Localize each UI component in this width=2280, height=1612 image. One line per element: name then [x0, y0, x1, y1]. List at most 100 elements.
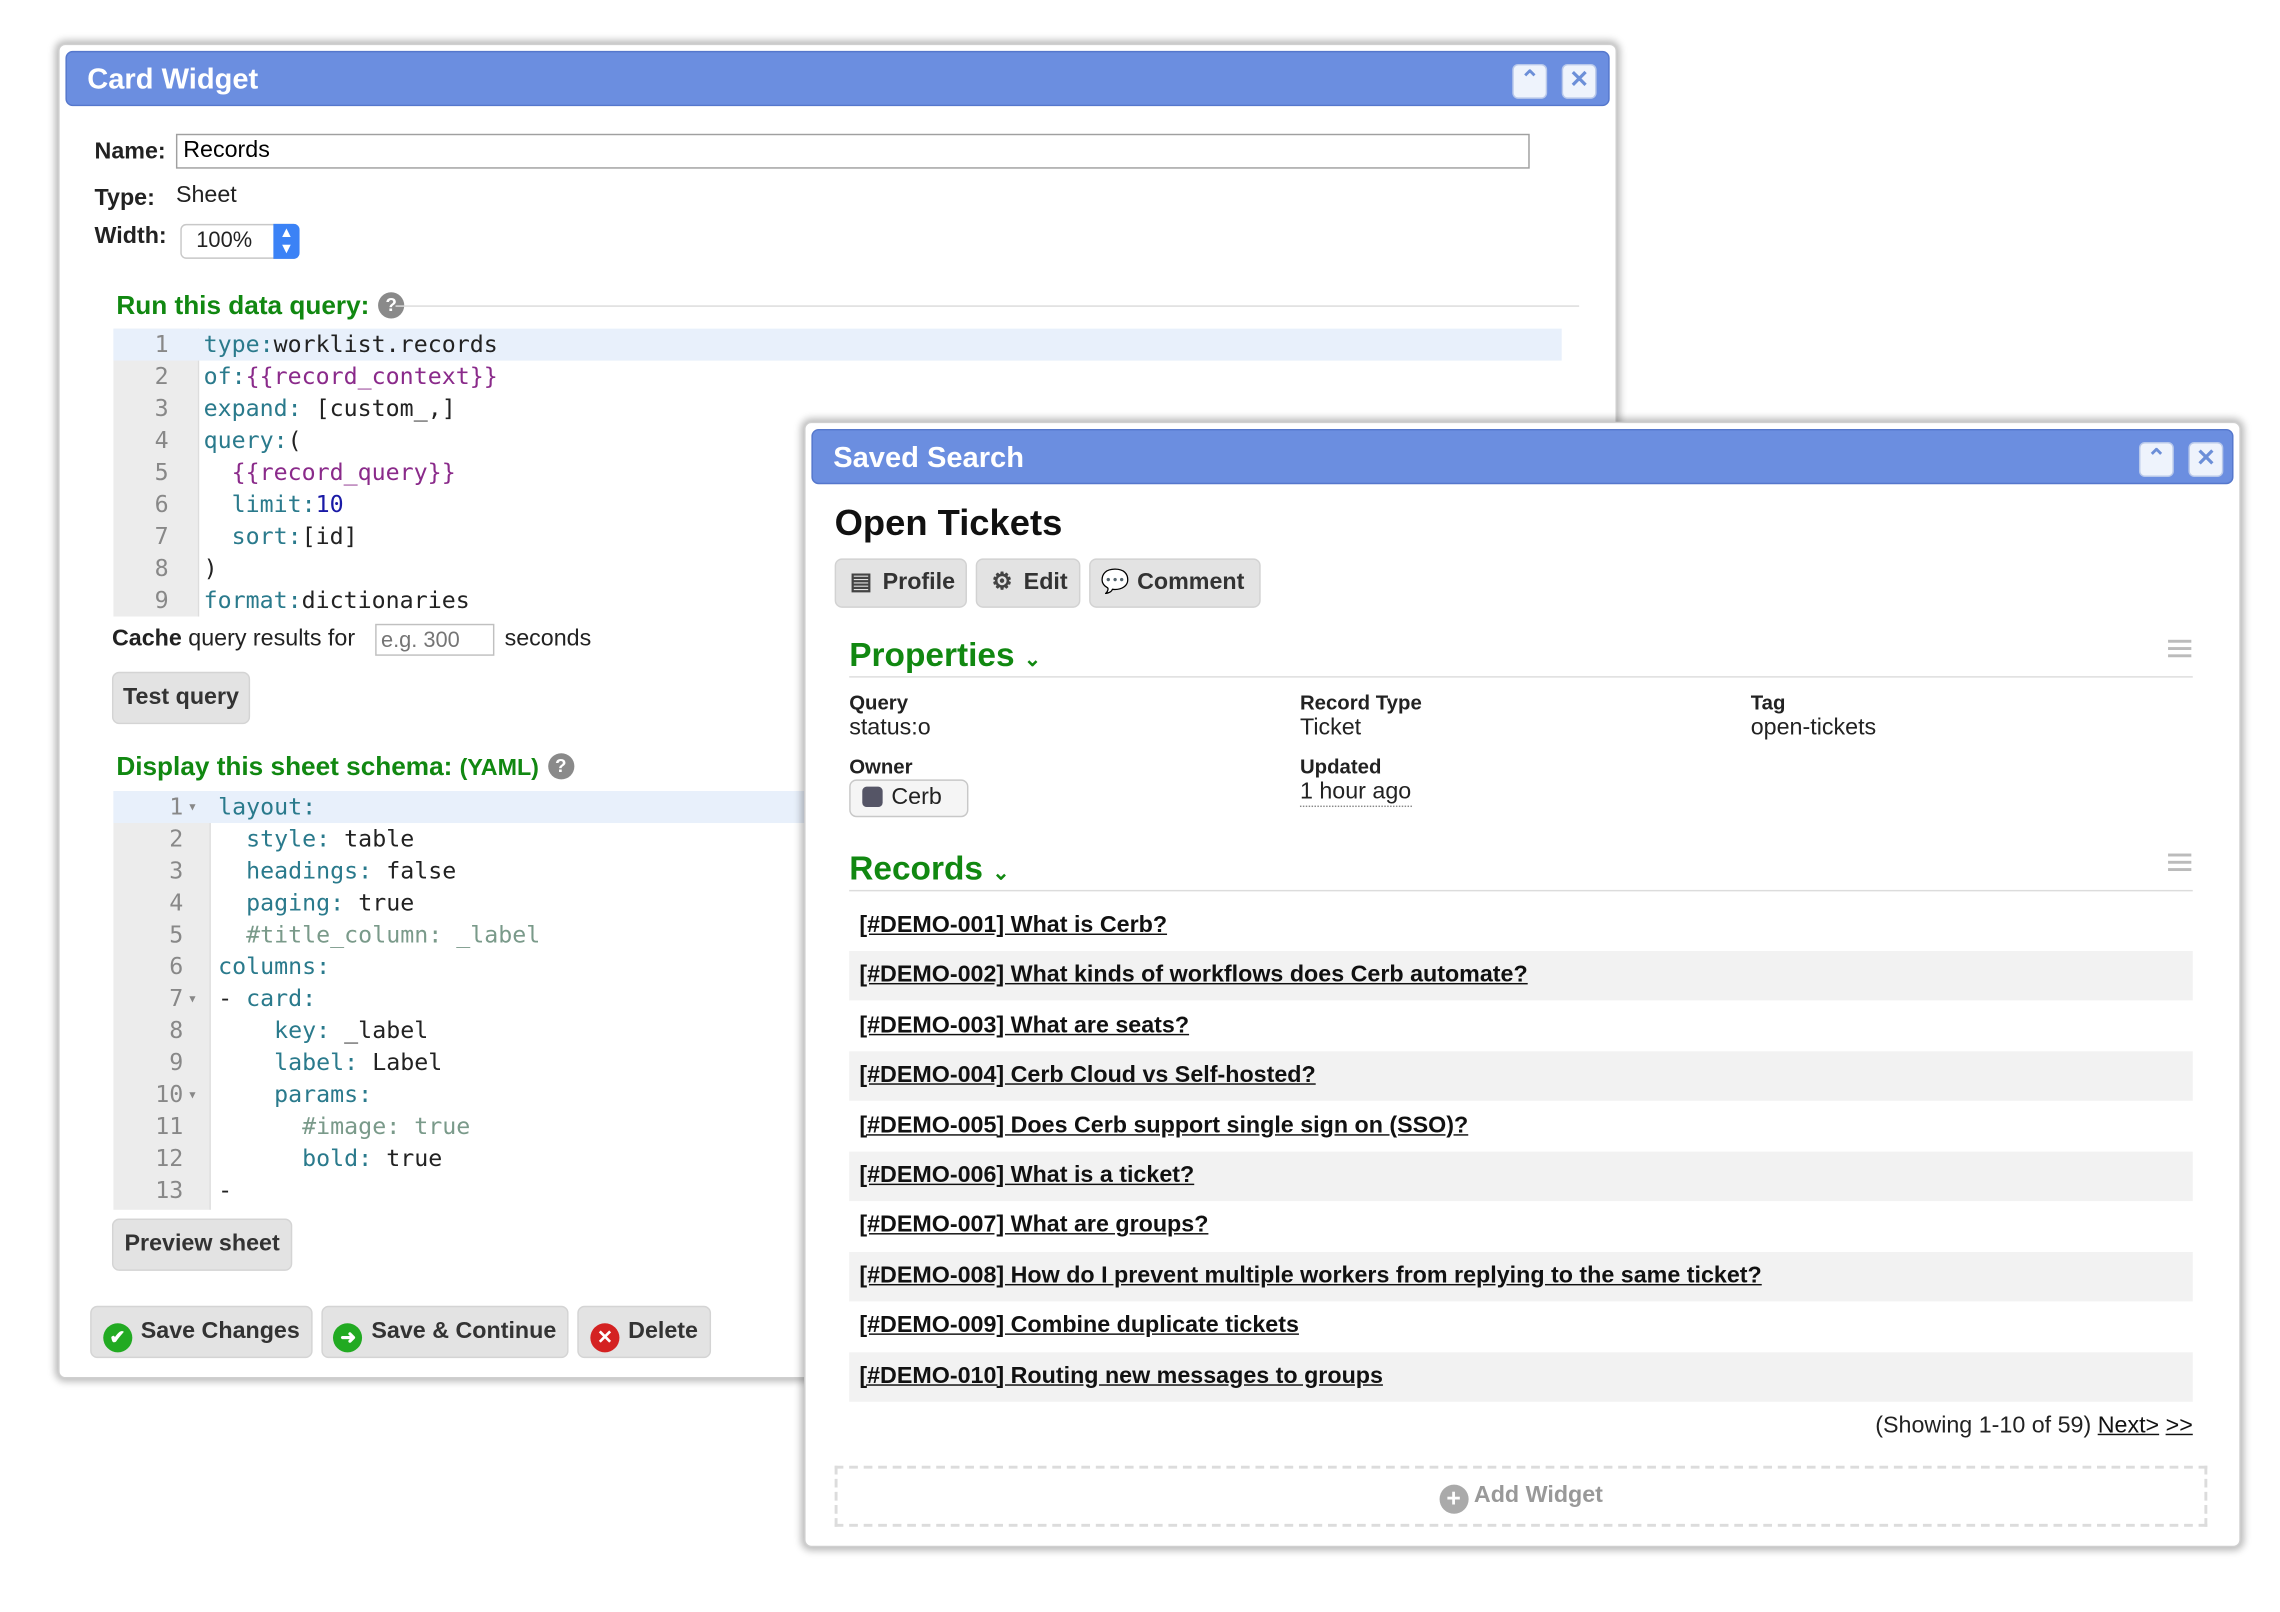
test-query-button[interactable]: Test query: [111, 671, 251, 725]
code-text: limit:10: [203, 490, 344, 518]
record-link[interactable]: [#DEMO-009] Combine duplicate tickets: [859, 1313, 1299, 1338]
record-link[interactable]: [#DEMO-004] Cerb Cloud vs Self-hosted?: [859, 1063, 1315, 1088]
records-heading[interactable]: Records ⌄: [849, 849, 1009, 888]
record-link[interactable]: [#DEMO-003] What are seats?: [859, 1013, 1189, 1038]
edit-label: Edit: [1023, 570, 1068, 595]
saved-search-title-bar[interactable]: Saved Search ⌃ ✕: [811, 428, 2234, 485]
line-number: 7: [169, 984, 184, 1013]
line-number: 11: [155, 1112, 184, 1141]
schema-line: 11 #image: true: [113, 1111, 805, 1143]
query-line: 2 of:{{record_context}}: [113, 361, 1561, 393]
record-link[interactable]: [#DEMO-006] What is a ticket?: [859, 1163, 1194, 1188]
save-changes-button[interactable]: ✔ Save Changes: [90, 1305, 313, 1359]
close-button[interactable]: ✕: [1561, 63, 1597, 99]
query-heading: Run this data query:?: [116, 290, 405, 322]
code-text: ): [203, 554, 218, 582]
line-number: 2: [154, 362, 169, 390]
add-widget-label: Add Widget: [1473, 1483, 1603, 1508]
plus-circle-icon: +: [1439, 1484, 1469, 1514]
record-link[interactable]: [#DEMO-002] What kinds of workflows does…: [859, 963, 1527, 988]
card-widget-title: Card Widget: [87, 63, 259, 96]
chevron-down-icon: ⌄: [1023, 647, 1041, 671]
record-link[interactable]: [#DEMO-007] What are groups?: [859, 1213, 1208, 1238]
line-number: 10: [155, 1080, 184, 1109]
name-label: Name:: [94, 139, 166, 165]
save-changes-label: Save Changes: [140, 1318, 300, 1344]
line-number: 12: [155, 1144, 184, 1173]
query-line: 1 type:worklist.records: [113, 329, 1561, 361]
record-type-prop-label: Record Type: [1299, 690, 1422, 714]
gear-icon: ⚙: [991, 570, 1013, 595]
save-continue-button[interactable]: ➜ Save & Continue: [321, 1305, 569, 1359]
add-widget-button[interactable]: + Add Widget: [834, 1465, 2208, 1527]
schema-heading-suffix: (YAML): [459, 756, 539, 781]
code-text: columns:: [218, 952, 331, 981]
line-number: 13: [155, 1176, 184, 1204]
code-text: of:{{record_context}}: [203, 362, 498, 390]
code-text: expand: [custom_,]: [203, 394, 456, 422]
paging: (Showing 1-10 of 59) Next> >>: [1875, 1413, 2193, 1439]
comment-button[interactable]: 💬 Comment: [1089, 558, 1261, 608]
collapse-button[interactable]: ⌃: [1512, 63, 1548, 99]
fold-arrow-icon[interactable]: ▾: [188, 1079, 198, 1111]
profile-button[interactable]: ▤ Profile: [834, 558, 967, 608]
saved-search-title: Saved Search: [833, 442, 1024, 475]
record-link[interactable]: [#DEMO-005] Does Cerb support single sig…: [859, 1113, 1468, 1138]
schema-line: 10 ▾ params:: [113, 1079, 805, 1111]
properties-menu-icon[interactable]: [2168, 639, 2192, 662]
card-widget-title-bar[interactable]: Card Widget ⌃ ✕: [65, 50, 1610, 107]
next-page-link[interactable]: Next>: [2098, 1413, 2159, 1438]
record-link[interactable]: [#DEMO-010] Routing new messages to grou…: [859, 1363, 1383, 1388]
owner-name: Cerb: [891, 785, 942, 810]
code-text: type:worklist.records: [203, 330, 498, 358]
tag-prop-label: Tag: [1750, 690, 1786, 714]
code-text: sort:[id]: [203, 522, 358, 550]
query-prop-value: status:o: [849, 715, 931, 741]
code-text: label: Label: [218, 1048, 443, 1077]
line-number: 1: [169, 792, 184, 821]
name-input[interactable]: [175, 133, 1530, 169]
close-button[interactable]: ✕: [2188, 442, 2224, 477]
line-number: 7: [154, 522, 169, 550]
record-row: [#DEMO-005] Does Cerb support single sig…: [849, 1102, 2193, 1151]
check-icon: ✔: [102, 1323, 133, 1353]
cache-label: Cache query results for: [112, 627, 355, 653]
last-page-link[interactable]: >>: [2166, 1413, 2193, 1438]
width-select[interactable]: 100% ▲ ▼: [180, 223, 300, 259]
records-heading-text: Records: [849, 849, 984, 888]
line-number: 4: [154, 426, 169, 454]
code-text: -: [218, 1176, 233, 1204]
help-icon[interactable]: ?: [547, 753, 574, 780]
preview-sheet-button[interactable]: Preview sheet: [111, 1218, 293, 1271]
cache-seconds-input[interactable]: [375, 623, 495, 656]
line-number: 4: [169, 888, 184, 917]
properties-heading[interactable]: Properties ⌄: [849, 635, 1041, 674]
line-number: 5: [169, 920, 184, 949]
edit-button[interactable]: ⚙ Edit: [975, 558, 1081, 608]
select-arrows-icon: ▲ ▼: [273, 223, 300, 259]
schema-line: 4 paging: true: [113, 887, 805, 919]
screen: Card Widget ⌃ ✕ Name: Type: Sheet Width:…: [0, 0, 2280, 1611]
code-text: key: _label: [218, 1016, 429, 1045]
records-menu-icon[interactable]: [2168, 853, 2192, 876]
query-heading-text: Run this data query:: [116, 290, 370, 320]
line-number: 2: [169, 824, 184, 853]
fold-arrow-icon[interactable]: ▾: [188, 791, 198, 823]
record-row: [#DEMO-008] How do I prevent multiple wo…: [849, 1251, 2193, 1302]
paging-text: (Showing 1-10 of 59): [1875, 1413, 2092, 1439]
record-link[interactable]: [#DEMO-001] What is Cerb?: [859, 913, 1167, 938]
schema-editor[interactable]: 1 ▾ layout: 2 style: table 3 headings: false…: [113, 791, 806, 1210]
schema-line: 7 ▾ - card:: [113, 983, 805, 1015]
schema-line: 1 ▾ layout:: [113, 791, 805, 823]
fold-arrow-icon[interactable]: ▾: [188, 983, 198, 1015]
record-link[interactable]: [#DEMO-008] How do I prevent multiple wo…: [859, 1263, 1761, 1288]
code-text: #title_column: _label: [218, 920, 541, 949]
type-value: Sheet: [175, 183, 237, 208]
delete-button[interactable]: ✕ Delete: [577, 1305, 712, 1359]
collapse-button[interactable]: ⌃: [2138, 442, 2174, 477]
cache-label-rest: query results for: [181, 626, 356, 652]
updated-prop-value: 1 hour ago: [1299, 779, 1412, 808]
profile-card-icon: ▤: [849, 570, 872, 595]
tag-prop-value: open-tickets: [1750, 715, 1877, 741]
owner-chip[interactable]: Cerb: [849, 779, 969, 818]
